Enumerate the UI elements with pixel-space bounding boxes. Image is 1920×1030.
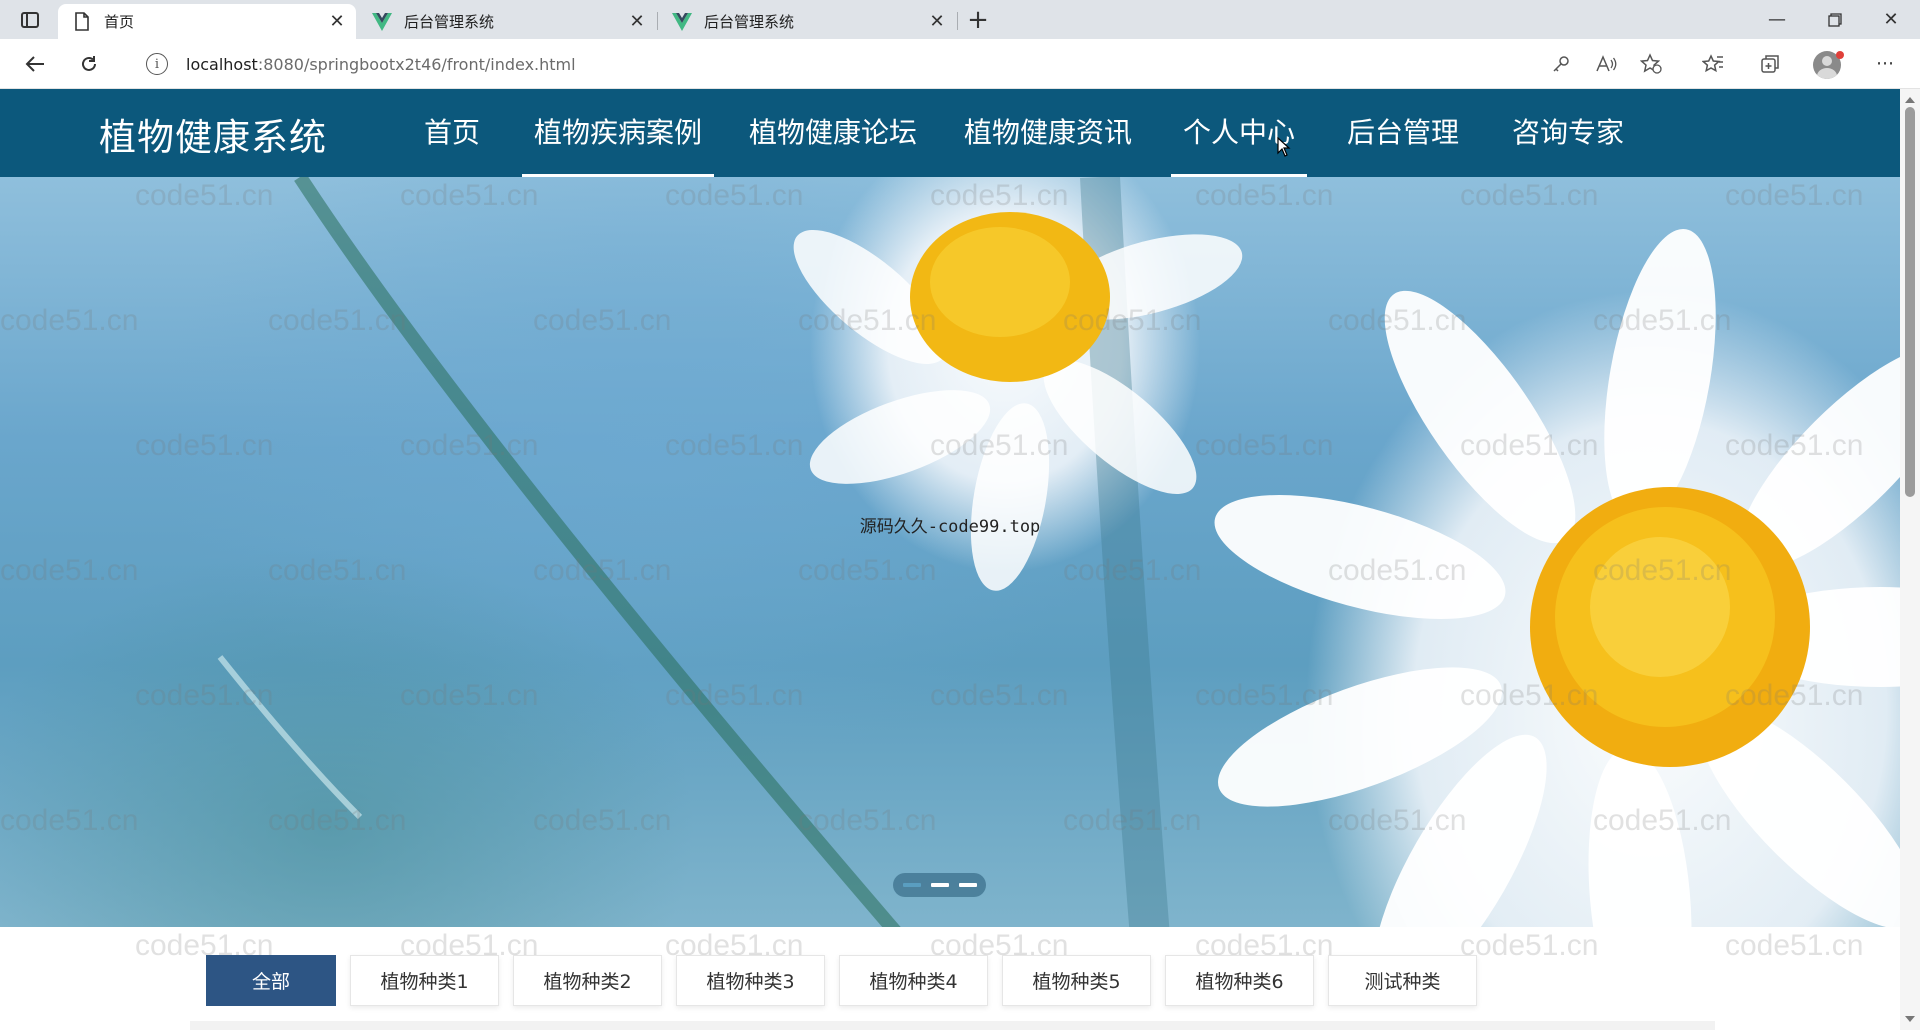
category-button[interactable]: 植物种类2 [513,955,662,1006]
tab-separator [957,12,958,30]
category-button[interactable]: 植物种类6 [1165,955,1314,1006]
tab-actions-icon[interactable] [14,8,46,32]
watermark-text: code51.cn [1460,929,1599,962]
category-button[interactable]: 植物种类5 [1002,955,1151,1006]
watermark-text: code51.cn [1725,929,1864,962]
favorites-icon[interactable] [1697,48,1729,80]
browser-tab-home[interactable]: 首页 ✕ [58,4,356,39]
banner-carousel[interactable]: 源码久久-code99.top [0,177,1900,927]
restore-icon[interactable] [1806,0,1864,39]
browser-tab-bar: 首页 ✕ 后台管理系统 ✕ 后台管理系统 ✕ + — ✕ [0,0,1920,39]
daisy-flowers-image [217,177,1900,927]
url-host: localhost [186,54,258,74]
content-list-top [190,1021,1715,1030]
scroll-up-icon[interactable] [1905,97,1915,103]
close-icon[interactable]: ✕ [926,11,948,33]
carousel-dot[interactable] [958,883,977,887]
url-field[interactable]: i localhost:8080/springbootx2t46/front/i… [130,45,1550,83]
back-icon[interactable] [18,47,52,81]
new-tab-icon[interactable]: + [963,5,993,35]
category-filter-bar: 全部 植物种类1 植物种类2 植物种类3 植物种类4 植物种类5 植物种类6 测… [206,955,1477,1006]
page-viewport: 植物健康系统 首页 植物疾病案例 植物健康论坛 植物健康资讯 个人中心 后台管理… [0,89,1900,1030]
banner-caption: 源码久久-code99.top [859,517,1041,537]
page-icon [72,12,92,32]
read-aloud-icon[interactable] [1590,48,1622,80]
close-icon[interactable]: ✕ [626,11,648,33]
scroll-down-icon[interactable] [1905,1016,1915,1022]
notification-dot [1836,51,1844,59]
scrollbar-thumb[interactable] [1905,107,1915,497]
category-all-button[interactable]: 全部 [206,955,336,1006]
more-menu-icon[interactable]: ··· [1869,48,1901,80]
close-window-icon[interactable]: ✕ [1862,0,1920,39]
collections-icon[interactable] [1754,48,1786,80]
nav-admin[interactable]: 后台管理 [1347,111,1459,177]
nav-consult-expert[interactable]: 咨询专家 [1512,111,1624,177]
carousel-dot[interactable] [930,883,949,887]
reload-icon[interactable] [72,47,106,81]
nav-forum[interactable]: 植物健康论坛 [749,111,917,177]
key-icon[interactable] [1545,48,1577,80]
site-title: 植物健康系统 [99,116,327,159]
category-button[interactable]: 植物种类3 [676,955,825,1006]
carousel-dot[interactable] [902,883,921,887]
minimize-icon[interactable]: — [1748,0,1806,39]
page-scrollbar[interactable] [1900,89,1920,1030]
nav-news[interactable]: 植物健康资讯 [964,111,1132,177]
vue-logo-icon [372,12,392,32]
browser-tab-admin[interactable]: 后台管理系统 ✕ [358,4,656,39]
carousel-indicators [893,873,986,897]
add-favorite-icon[interactable] [1635,48,1667,80]
vue-logo-icon [672,12,692,32]
category-button[interactable]: 测试种类 [1328,955,1477,1006]
category-button[interactable]: 植物种类4 [839,955,988,1006]
nav-home[interactable]: 首页 [424,111,480,177]
info-icon[interactable]: i [146,53,168,75]
url-path: :8080/springbootx2t46/front/index.html [257,54,576,74]
tab-title: 首页 [104,13,135,31]
tab-title: 后台管理系统 [704,13,795,31]
browser-tab-admin-2[interactable]: 后台管理系统 ✕ [658,4,956,39]
browser-address-bar: i localhost:8080/springbootx2t46/front/i… [0,39,1920,89]
close-icon[interactable]: ✕ [326,11,348,33]
category-button[interactable]: 植物种类1 [350,955,499,1006]
url-text: localhost:8080/springbootx2t46/front/ind… [186,55,576,74]
tab-title: 后台管理系统 [404,13,495,31]
site-header: 植物健康系统 首页 植物疾病案例 植物健康论坛 植物健康资讯 个人中心 后台管理… [0,89,1900,177]
nav-disease-cases[interactable]: 植物疾病案例 [522,111,715,177]
